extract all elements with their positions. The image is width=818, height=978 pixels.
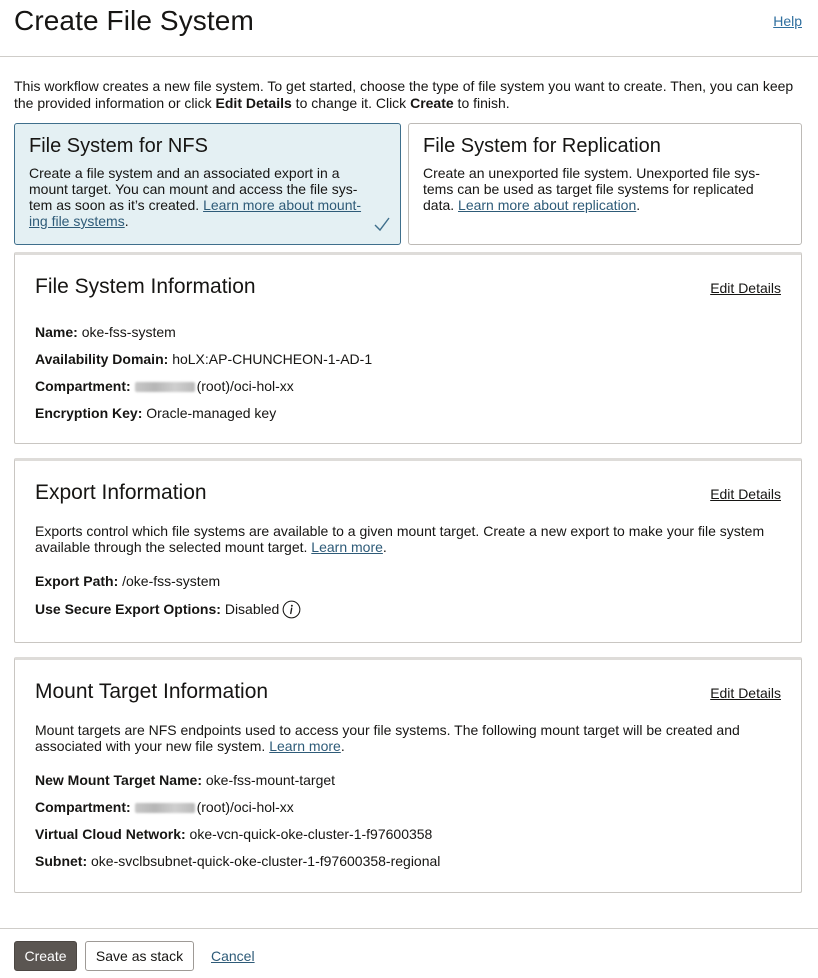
redacted-block [134,382,195,392]
file-system-info-panel: File System Information Edit Details Nam… [14,252,802,444]
checkmark-icon [374,217,390,232]
learn-more-mounting-link-cont[interactable]: ing file systems [29,213,125,229]
help-link[interactable]: Help [773,13,802,29]
create-button[interactable]: Create [14,941,77,971]
page-header: Create File System Help [0,0,818,57]
fs-encryption-row: Encryption Key: Oracle-managed key [35,405,277,421]
edit-details-mount-link[interactable]: Edit Details [710,685,781,701]
export-path-row: Export Path: /oke-fss-system [35,573,221,589]
secure-export-row: Use Secure Export Options: Disabled [35,600,301,619]
fs-ad-row: Availability Domain: hoLX:AP-CHUNCHEON-1… [35,351,373,367]
footer-bar: Create Save as stack Cancel [0,928,818,978]
edit-details-export-link[interactable]: Edit Details [710,486,781,502]
page-title: Create File System [14,5,254,36]
save-as-stack-button[interactable]: Save as stack [85,941,194,971]
type-card-nfs[interactable]: File System for NFS Create a file system… [14,123,401,245]
mount-learn-more-link[interactable]: Learn more [269,738,341,754]
mount-target-info-desc: Mount targets are NFS endpoints used to … [35,722,740,754]
file-system-info-title: File System Information [35,275,256,298]
intro-text: This workflow creates a new file system.… [14,78,794,111]
type-card-replication-title: File System for Replication [423,135,661,157]
mount-name-row: New Mount Target Name: oke-fss-mount-tar… [35,772,336,788]
mount-subnet-row: Subnet: oke-svclbsubnet-quick-oke-cluste… [35,853,441,869]
type-card-replication-desc: Create an unexported file system. Unexpo… [423,165,760,213]
mount-target-info-title: Mount Target Information [35,680,269,703]
type-card-nfs-desc: Create a file system and an associated e… [29,165,362,229]
export-info-title: Export Information [35,481,207,504]
fs-compartment-row: Compartment: (root)/oci-hol-xx [35,378,294,394]
type-card-replication[interactable]: File System for Replication Create an un… [408,123,802,245]
type-card-nfs-title: File System for NFS [29,135,208,157]
mount-target-info-panel: Mount Target Information Edit Details Mo… [14,657,802,893]
mount-vcn-row: Virtual Cloud Network: oke-vcn-quick-oke… [35,826,433,842]
edit-details-fs-link[interactable]: Edit Details [710,280,781,296]
fs-name-row: Name: oke-fss-system [35,324,176,340]
learn-more-replication-link[interactable]: Learn more about replication [458,197,636,213]
redacted-block [134,803,195,813]
cancel-link[interactable]: Cancel [211,948,255,964]
info-icon[interactable] [282,600,301,619]
export-learn-more-link[interactable]: Learn more [311,539,383,555]
mount-compartment-row: Compartment: (root)/oci-hol-xx [35,799,294,815]
export-info-desc: Exports control which file systems are a… [35,523,765,555]
export-info-panel: Export Information Edit Details Exports … [14,458,802,643]
learn-more-mounting-link[interactable]: Learn more about mount- [203,197,361,213]
